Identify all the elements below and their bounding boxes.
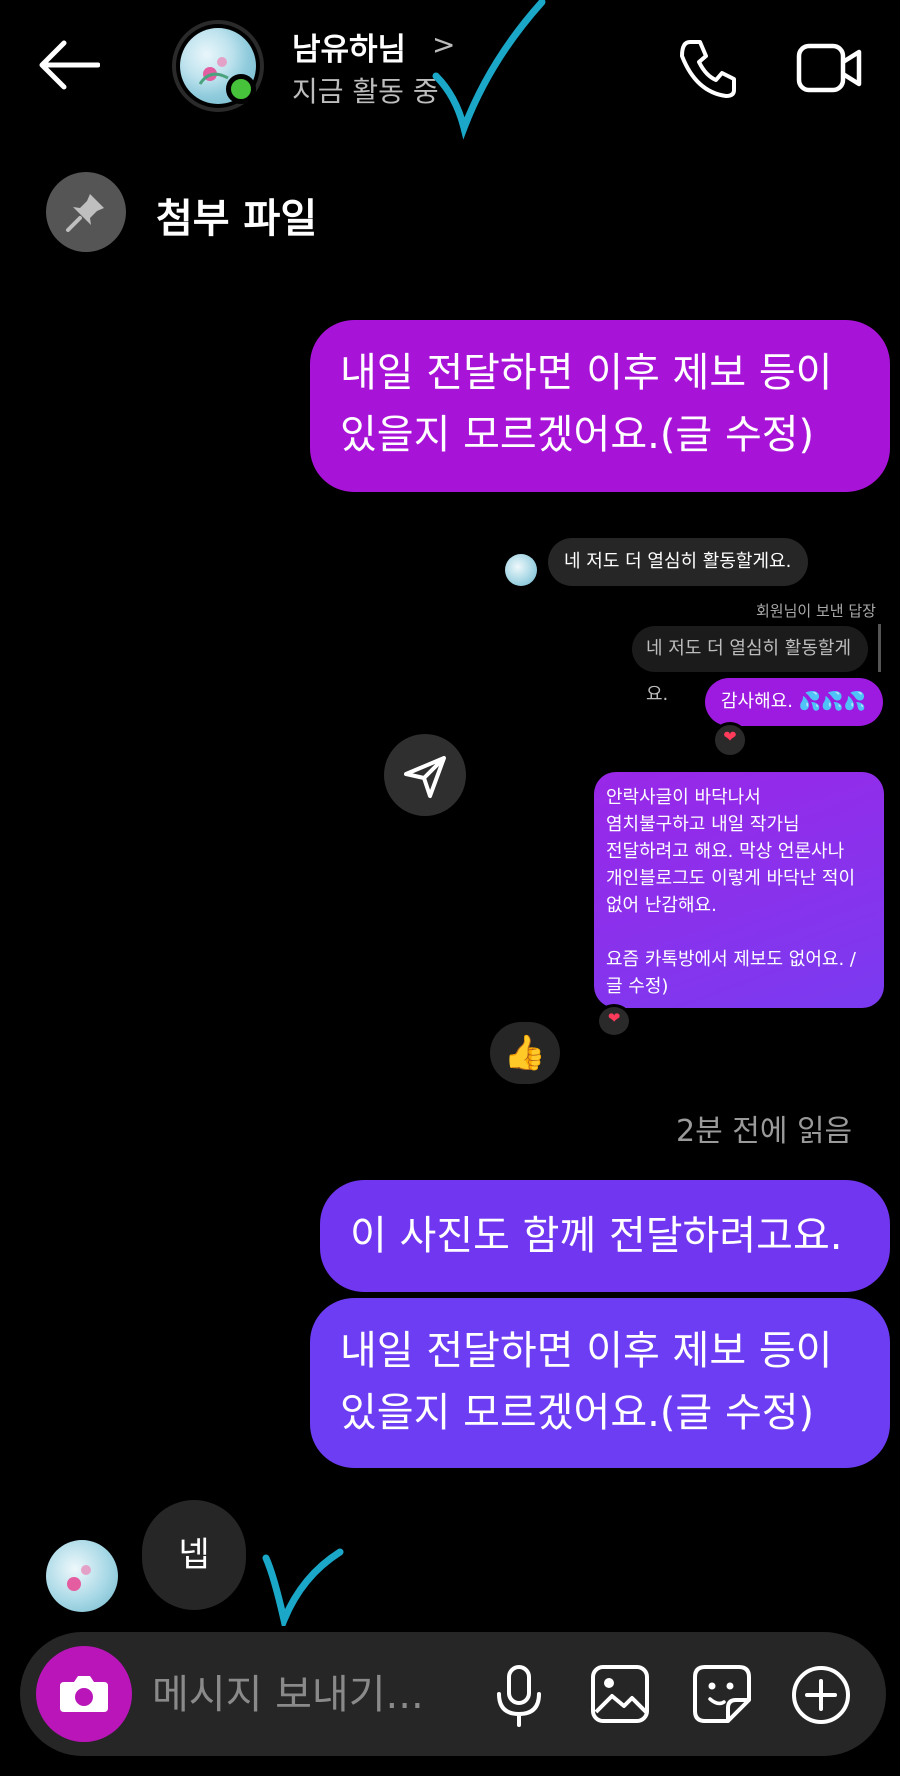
small-avatar [505, 554, 537, 586]
seen-status: 2분 전에 읽음 [676, 1114, 853, 1149]
share-button[interactable] [384, 734, 466, 816]
pinned-attachment-button[interactable] [46, 172, 126, 252]
microphone-icon[interactable] [494, 1664, 544, 1728]
back-arrow-icon[interactable] [38, 40, 100, 90]
handwritten-check-mark [262, 1548, 344, 1626]
received-message-bubble[interactable]: 네 저도 더 열심히 활동할게요. [548, 538, 808, 586]
online-status-dot [226, 74, 256, 104]
sent-message-bubble[interactable]: 내일 전달하면 이후 제보 등이 있을지 모르겠어요.(글 수정) [310, 320, 890, 492]
sent-message-bubble[interactable]: 감사해요. 💦💦💦 [705, 678, 883, 726]
heart-icon: ❤ [723, 727, 737, 746]
paper-plane-icon [404, 756, 446, 798]
reply-indicator-bar [878, 624, 881, 672]
reply-label: 회원님이 보낸 답장 [756, 602, 876, 620]
heart-reaction[interactable]: ❤ [596, 1004, 632, 1038]
message-input[interactable] [150, 1666, 454, 1724]
activity-status: 지금 활동 중 [292, 75, 439, 108]
heart-icon: ❤ [607, 1009, 621, 1027]
sticker-icon[interactable] [692, 1664, 752, 1724]
sent-message-bubble[interactable]: 내일 전달하면 이후 제보 등이 있을지 모르겠어요.(글 수정) [310, 1298, 890, 1468]
pin-icon [66, 194, 104, 232]
avatar[interactable] [46, 1540, 118, 1612]
camera-button[interactable] [36, 1646, 132, 1742]
gallery-icon[interactable] [590, 1664, 650, 1724]
camera-icon [60, 1676, 108, 1712]
sent-message-bubble[interactable]: 이 사진도 함께 전달하려고요. [320, 1180, 890, 1292]
quoted-reply-bubble[interactable]: 네 저도 더 열심히 활동할게요. [632, 626, 868, 705]
phone-call-icon[interactable] [676, 36, 740, 100]
add-icon[interactable] [790, 1664, 852, 1726]
received-message-bubble[interactable]: 넵 [142, 1500, 246, 1610]
heart-reaction[interactable]: ❤ [712, 722, 748, 758]
video-call-icon[interactable] [796, 40, 862, 96]
contact-name[interactable]: 남유하님 [292, 24, 406, 69]
sent-message-bubble[interactable]: 안락사글이 바닥나서 염치불구하고 내일 작가님 전달하려고 해요. 막상 언론… [594, 772, 884, 1008]
handwritten-check-mark [432, 0, 546, 140]
thumbs-up-message[interactable]: 👍 [490, 1022, 560, 1084]
pinned-attachment-label[interactable]: 첨부 파일 [156, 186, 317, 244]
